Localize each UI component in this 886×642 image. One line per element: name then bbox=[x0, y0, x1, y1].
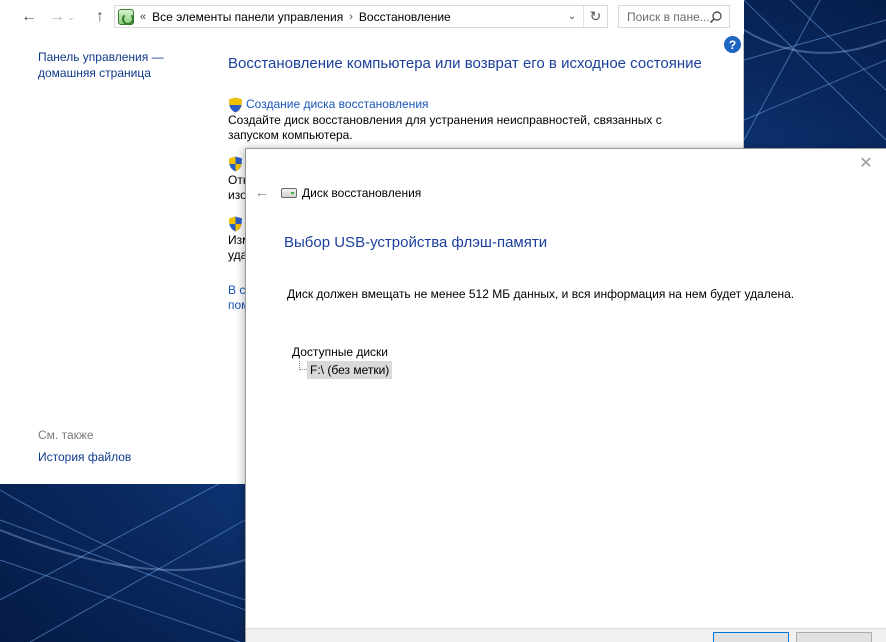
arrow-up-icon: ↑ bbox=[96, 8, 104, 25]
page-title: Восстановление компьютера или возврат ег… bbox=[228, 55, 702, 72]
control-panel-home-link[interactable]: Панель управления — домашняя страница bbox=[38, 49, 188, 81]
extra-link-fragment-line1[interactable]: В с bbox=[228, 283, 245, 297]
task-fragment-line1: Отк bbox=[228, 173, 245, 187]
refresh-button[interactable]: ↻ bbox=[583, 6, 607, 27]
task-fragment-line2: уда bbox=[228, 248, 245, 262]
arrow-right-icon: → bbox=[49, 8, 65, 25]
drive-icon bbox=[281, 188, 297, 198]
close-button[interactable]: ✕ bbox=[858, 155, 874, 172]
cancel-button[interactable] bbox=[796, 632, 872, 642]
chevron-down-icon: ⌄ bbox=[67, 11, 75, 22]
file-history-link[interactable]: История файлов bbox=[38, 450, 131, 464]
up-button[interactable]: ↑ bbox=[89, 6, 111, 28]
create-recovery-drive-description: Создайте диск восстановления для устране… bbox=[228, 113, 662, 142]
task-fragment-line2: изо bbox=[228, 188, 245, 202]
search-input[interactable] bbox=[627, 9, 709, 24]
help-button[interactable]: ? bbox=[724, 36, 741, 53]
search-icon[interactable] bbox=[709, 10, 723, 24]
wizard-description: Диск должен вмещать не менее 512 МБ данн… bbox=[287, 287, 795, 301]
refresh-icon: ↻ bbox=[589, 8, 602, 24]
create-recovery-drive-link[interactable]: Создание диска восстановления bbox=[246, 97, 429, 111]
wizard-title: Выбор USB-устройства флэш-памяти bbox=[284, 234, 548, 251]
uac-shield-icon bbox=[229, 216, 242, 232]
recovery-icon bbox=[118, 8, 134, 25]
wizard-footer bbox=[246, 628, 886, 642]
arrow-left-icon: ← bbox=[21, 8, 37, 25]
breadcrumb-all-control-panel-items[interactable]: Все элементы панели управления bbox=[152, 10, 343, 24]
see-also-label: См. также bbox=[38, 428, 94, 442]
search-box[interactable] bbox=[618, 5, 730, 28]
address-dropdown-button[interactable]: ⌄ bbox=[563, 6, 581, 27]
address-bar[interactable]: « Все элементы панели управления › Восст… bbox=[114, 5, 608, 28]
breadcrumb-recovery[interactable]: Восстановление bbox=[359, 10, 451, 24]
chevron-down-icon: ⌄ bbox=[567, 11, 577, 22]
extra-link-fragment-line2[interactable]: пом bbox=[228, 298, 245, 312]
next-button[interactable] bbox=[713, 632, 789, 642]
address-overflow[interactable]: « bbox=[140, 11, 146, 23]
uac-shield-icon bbox=[229, 97, 242, 113]
uac-shield-icon bbox=[229, 156, 242, 172]
navigation-bar: ← → ⌄ ↑ « Все элементы панели управления… bbox=[0, 0, 744, 34]
breadcrumb-separator[interactable]: › bbox=[349, 11, 353, 23]
arrow-left-icon: ← bbox=[254, 183, 270, 201]
back-button[interactable]: ← bbox=[18, 6, 40, 28]
task-fragment-line1: Изм bbox=[228, 233, 245, 247]
recovery-drive-wizard: ✕ ← Диск восстановления Выбор USB-устрой… bbox=[245, 148, 886, 642]
wizard-heading: Диск восстановления bbox=[302, 186, 422, 200]
wizard-back-button[interactable]: ← bbox=[253, 183, 271, 201]
recent-locations-button[interactable]: ⌄ bbox=[64, 6, 78, 28]
close-icon: ✕ bbox=[859, 155, 873, 172]
available-drives-label: Доступные диски bbox=[292, 345, 388, 359]
drive-item-f[interactable]: F:\ (без метки) bbox=[307, 361, 393, 379]
